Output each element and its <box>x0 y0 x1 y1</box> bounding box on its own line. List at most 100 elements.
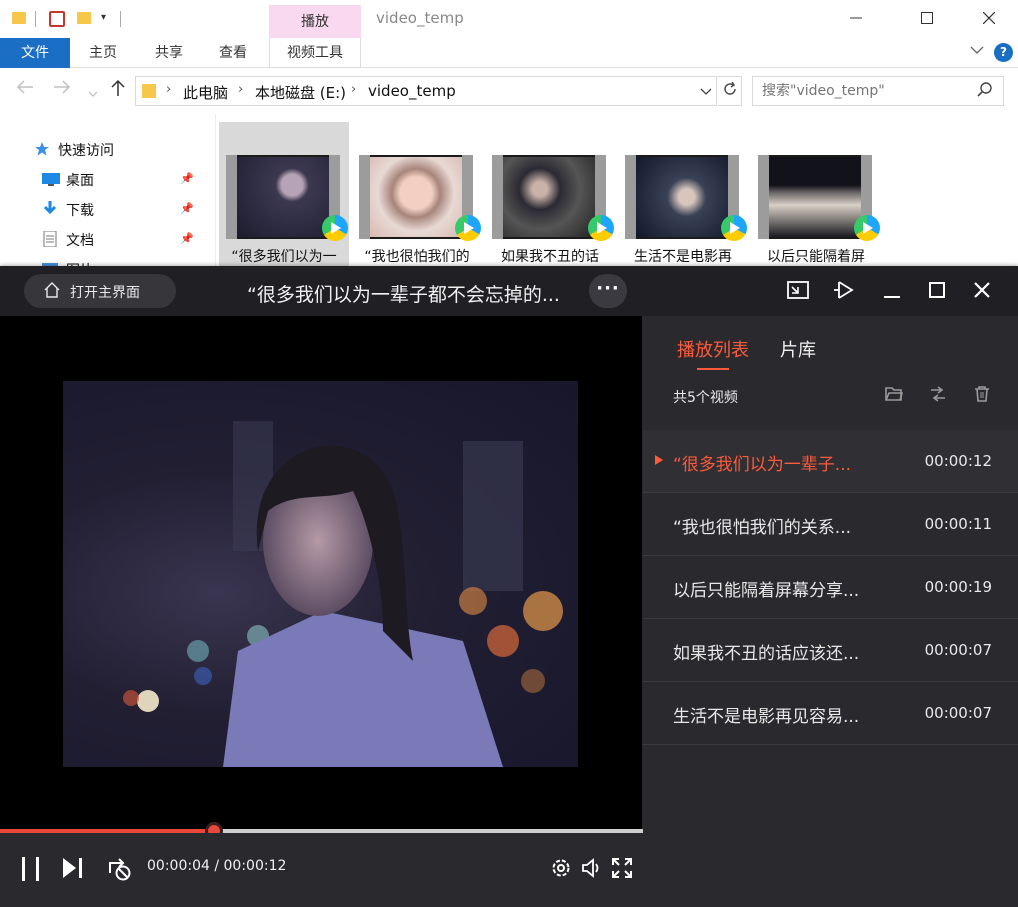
settings-icon[interactable] <box>550 857 572 883</box>
tab-share[interactable]: 共享 <box>146 38 192 68</box>
video-frame[interactable] <box>63 381 578 767</box>
playlist-item-name: 生活不是电影再见容易... <box>673 707 860 727</box>
player-close-icon[interactable] <box>970 278 996 304</box>
help-icon[interactable]: ? <box>994 43 1013 62</box>
playlist-sidebar: 播放列表 片库 共5个视频 “很多我们以为一辈子... 00:00:12 “我也… <box>643 316 1018 907</box>
ribbon-expand-icon[interactable] <box>970 44 984 58</box>
playlist-item[interactable]: 生活不是电影再见容易... 00:00:07 <box>643 682 1018 745</box>
volume-icon[interactable] <box>581 857 603 883</box>
close-icon <box>982 11 996 25</box>
player-maximize-icon[interactable] <box>925 278 951 304</box>
playlist-item[interactable]: 如果我不丑的话应该还... 00:00:07 <box>643 619 1018 682</box>
playlist-item-name: “很多我们以为一辈子... <box>673 455 852 475</box>
more-icon: ··· <box>596 278 620 299</box>
open-main-interface-button[interactable]: 打开主界面 <box>24 274 176 308</box>
tab-video-tools[interactable]: 视频工具 <box>269 38 361 68</box>
more-button[interactable]: ··· <box>589 274 627 308</box>
ribbon-tabs: 文件 主页 共享 查看 视频工具 ? <box>0 38 1018 183</box>
mini-mode-icon[interactable] <box>786 278 812 304</box>
tab-view[interactable]: 查看 <box>210 38 256 68</box>
sort-icon[interactable] <box>929 386 947 404</box>
video-area[interactable] <box>0 316 642 830</box>
home-icon <box>44 282 60 298</box>
playlist-item-duration: 00:00:07 <box>924 704 992 722</box>
properties-icon[interactable] <box>49 11 65 27</box>
player-minimize-icon[interactable] <box>880 278 906 304</box>
folder-icon <box>142 84 156 98</box>
nav-item-label: 下载 <box>66 203 94 219</box>
file-item[interactable]: “我也很怕我们的 <box>352 122 482 267</box>
forward-icon[interactable] <box>53 79 71 100</box>
address-row: › 此电脑 › 本地磁盘 (E:) › video_temp <box>0 68 1018 114</box>
recent-locations-icon[interactable] <box>88 82 98 103</box>
pause-icon[interactable] <box>20 855 42 887</box>
playlist-item-name: “我也很怕我们的关系... <box>673 518 852 538</box>
breadcrumb-this-pc[interactable]: 此电脑 <box>183 82 228 103</box>
breadcrumb-separator[interactable]: › <box>166 82 171 97</box>
playlist-item[interactable]: 以后只能隔着屏幕分享... 00:00:19 <box>643 556 1018 619</box>
document-icon <box>42 230 58 248</box>
close-button[interactable] <box>966 4 1012 34</box>
search-icon[interactable] <box>977 82 993 102</box>
player-badge-icon <box>322 215 348 241</box>
fullscreen-icon[interactable] <box>611 857 633 883</box>
video-title: “很多我们以为一辈子都不会忘掉的... <box>247 284 560 306</box>
video-thumbnail <box>625 155 747 241</box>
open-folder-icon[interactable] <box>885 386 904 404</box>
player-badge-icon <box>455 215 481 241</box>
tab-library[interactable]: 片库 <box>780 336 816 362</box>
player-title-bar: 打开主界面 “很多我们以为一辈子都不会忘掉的... ··· <box>0 266 1018 316</box>
pane-divider[interactable] <box>215 114 216 274</box>
refresh-button[interactable] <box>718 76 742 106</box>
breadcrumb-local-disk[interactable]: 本地磁盘 (E:) <box>255 82 346 103</box>
video-thumbnail <box>492 155 614 241</box>
pin-on-top-icon[interactable] <box>832 278 858 304</box>
search-input[interactable] <box>753 77 973 105</box>
file-item[interactable]: 以后只能隔着屏 <box>751 122 881 267</box>
tab-home[interactable]: 主页 <box>80 38 126 68</box>
file-name: “我也很怕我们的 <box>364 249 470 265</box>
pin-icon[interactable]: 📌 <box>180 232 194 245</box>
next-icon[interactable] <box>62 857 84 883</box>
navigation-pane: 快速访问 桌面 📌 下载 📌 文档 📌 图片 <box>0 114 205 279</box>
time-separator: / <box>214 858 224 874</box>
video-thumbnail <box>359 155 481 241</box>
playlist-item-duration: 00:00:07 <box>924 641 992 659</box>
customize-toolbar-icon[interactable]: ▾ <box>101 12 106 30</box>
explorer-title-bar: ▾ 播放 video_temp <box>0 0 1018 38</box>
playlist-item[interactable]: “我也很怕我们的关系... 00:00:11 <box>643 493 1018 556</box>
loop-mode-icon[interactable] <box>106 855 134 887</box>
nav-item-label: 桌面 <box>66 173 94 189</box>
folder-icon <box>12 12 26 24</box>
now-playing-icon <box>655 455 663 465</box>
delete-icon[interactable] <box>974 386 992 404</box>
back-icon[interactable] <box>16 79 34 100</box>
maximize-button[interactable] <box>904 4 950 34</box>
refresh-icon <box>723 81 736 95</box>
breadcrumb-video-temp[interactable]: video_temp <box>368 82 456 100</box>
file-grid: “很多我们以为一 “我也很怕我们的 如果我不丑的话 生活不是电影再 以后只能隔着… <box>219 122 1018 267</box>
video-frame-image <box>123 421 563 767</box>
tab-playlist[interactable]: 播放列表 <box>677 336 749 362</box>
address-bar[interactable]: › 此电脑 › 本地磁盘 (E:) › video_temp <box>135 76 717 106</box>
video-thumbnail <box>226 155 348 241</box>
context-tab-play: 播放 <box>269 5 361 38</box>
file-item[interactable]: 如果我不丑的话 <box>485 122 615 267</box>
open-main-interface-label: 打开主界面 <box>70 285 140 301</box>
file-item[interactable]: “很多我们以为一 <box>219 122 349 267</box>
pin-icon[interactable]: 📌 <box>180 172 194 185</box>
star-icon <box>34 141 50 157</box>
breadcrumb-separator[interactable]: › <box>238 82 243 97</box>
video-player-window: 打开主界面 “很多我们以为一辈子都不会忘掉的... ··· 00:00:04 /… <box>0 266 1018 907</box>
address-dropdown-icon[interactable] <box>700 85 712 99</box>
minimize-button[interactable] <box>833 4 879 34</box>
file-item[interactable]: 生活不是电影再 <box>618 122 748 267</box>
search-box[interactable] <box>752 76 1004 106</box>
pin-icon[interactable]: 📌 <box>180 202 194 215</box>
maximize-icon <box>921 12 933 24</box>
breadcrumb-separator[interactable]: › <box>351 82 356 97</box>
playlist-item[interactable]: “很多我们以为一辈子... 00:00:12 <box>643 430 1018 493</box>
file-name: “很多我们以为一 <box>231 249 337 265</box>
up-icon[interactable] <box>110 79 126 102</box>
new-folder-icon[interactable] <box>77 12 91 24</box>
